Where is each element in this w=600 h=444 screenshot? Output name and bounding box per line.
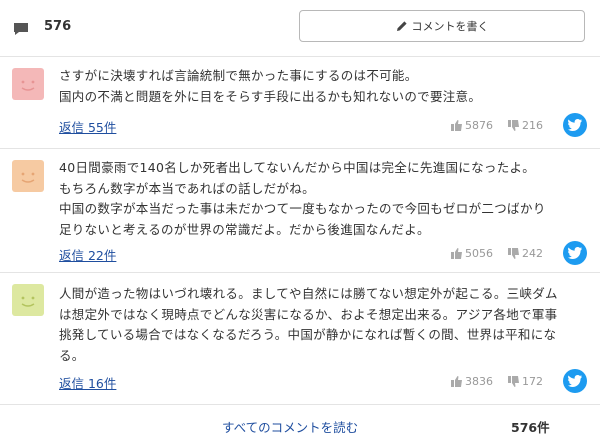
avatar-bg bbox=[12, 160, 44, 192]
dislike-button[interactable]: 216 bbox=[508, 119, 543, 132]
comment-line: 国内の不満と問題を外に目をそらす手段に出るかも知れないので要注意。 bbox=[59, 88, 482, 104]
comment-item: 40日間豪雨で140名しか死者出してないんだから中国は完全に先進国になったよ。 … bbox=[0, 148, 600, 272]
comment-line: 挑発している場合ではなくなるだろう。中国が静かになれば暫くの間、世界は平和にな bbox=[59, 327, 557, 342]
read-all-comments-link[interactable]: すべてのコメントを読む bbox=[222, 417, 358, 436]
write-comment-label: コメントを書く bbox=[411, 20, 489, 33]
comments-header: 576 コメントを書く bbox=[0, 0, 600, 56]
comment-line: は想定外ではなく現時点でどんな災害になるか、およそ想定出来る。アジア各地で軍事 bbox=[59, 306, 558, 322]
dislike-count: 172 bbox=[522, 375, 543, 388]
comment-line: 足りないと考えるのが世界の常識だよ。だから後進国なんだよ。 bbox=[59, 221, 430, 237]
like-count: 5056 bbox=[465, 247, 493, 260]
like-button[interactable]: 5056 bbox=[451, 247, 493, 260]
total-comment-count: 576件 bbox=[511, 420, 550, 435]
dislike-button[interactable]: 242 bbox=[508, 247, 543, 260]
twitter-bird-icon bbox=[568, 375, 582, 387]
comment-body: さすがに決壊すれば言論統制で無かった事にするのは不可能。 国内の不満と問題を外に… bbox=[59, 66, 585, 107]
thumbs-up-icon bbox=[451, 120, 462, 131]
twitter-share-button[interactable] bbox=[563, 369, 587, 393]
avatar-bg bbox=[12, 284, 44, 316]
comment-line: る。 bbox=[59, 347, 85, 363]
thumbs-up-icon bbox=[451, 376, 462, 387]
thumbs-down-icon bbox=[508, 376, 519, 387]
avatar-bg bbox=[12, 68, 44, 100]
comment-line: 40日間豪雨で140名しか死者出してないんだから中国は完全に先進国になったよ。 bbox=[59, 160, 536, 175]
comment-bubble-icon bbox=[14, 23, 28, 35]
comment-line: さすがに決壊すれば言論統制で無かった事にするのは不可能。 bbox=[59, 68, 418, 83]
comment-line: もちろん数字が本当であればの話しだがね。 bbox=[59, 180, 315, 196]
twitter-bird-icon bbox=[568, 247, 582, 259]
comment-line: 人間が造った物はいづれ壊れる。ましてや自然には勝てない想定外が起こる。三峡ダム bbox=[59, 286, 558, 301]
like-button[interactable]: 5876 bbox=[451, 119, 493, 132]
reply-link[interactable]: 返信 16件 bbox=[59, 373, 116, 392]
like-button[interactable]: 3836 bbox=[451, 375, 493, 388]
thumbs-up-icon bbox=[451, 248, 462, 259]
thumbs-down-icon bbox=[508, 120, 519, 131]
reply-link[interactable]: 返信 55件 bbox=[59, 117, 116, 136]
comment-item: 人間が造った物はいづれ壊れる。ましてや自然には勝てない想定外が起こる。三峡ダム … bbox=[0, 272, 600, 404]
twitter-bird-icon bbox=[568, 119, 582, 131]
like-count: 3836 bbox=[465, 375, 493, 388]
comment-count: 576 bbox=[44, 19, 72, 34]
dislike-count: 242 bbox=[522, 247, 543, 260]
reply-link[interactable]: 返信 22件 bbox=[59, 245, 116, 264]
dislike-count: 216 bbox=[522, 119, 543, 132]
twitter-share-button[interactable] bbox=[563, 241, 587, 265]
twitter-share-button[interactable] bbox=[563, 113, 587, 137]
pencil-icon bbox=[396, 21, 407, 31]
comment-body: 人間が造った物はいづれ壊れる。ましてや自然には勝てない想定外が起こる。三峡ダム … bbox=[59, 284, 585, 366]
avatar bbox=[12, 160, 44, 192]
avatar bbox=[12, 284, 44, 316]
comment-item: さすがに決壊すれば言論統制で無かった事にするのは不可能。 国内の不満と問題を外に… bbox=[0, 56, 600, 148]
comment-line: 中国の数字が本当だった事は未だかつて一度もなかったので今回もゼロが二つばかり bbox=[59, 201, 546, 216]
comments-footer: すべてのコメントを読む 576件 bbox=[0, 404, 600, 444]
dislike-button[interactable]: 172 bbox=[508, 375, 543, 388]
comment-body: 40日間豪雨で140名しか死者出してないんだから中国は完全に先進国になったよ。 … bbox=[59, 158, 585, 240]
like-count: 5876 bbox=[465, 119, 493, 132]
avatar bbox=[12, 68, 44, 100]
thumbs-down-icon bbox=[508, 248, 519, 259]
write-comment-button[interactable]: コメントを書く bbox=[299, 10, 585, 42]
